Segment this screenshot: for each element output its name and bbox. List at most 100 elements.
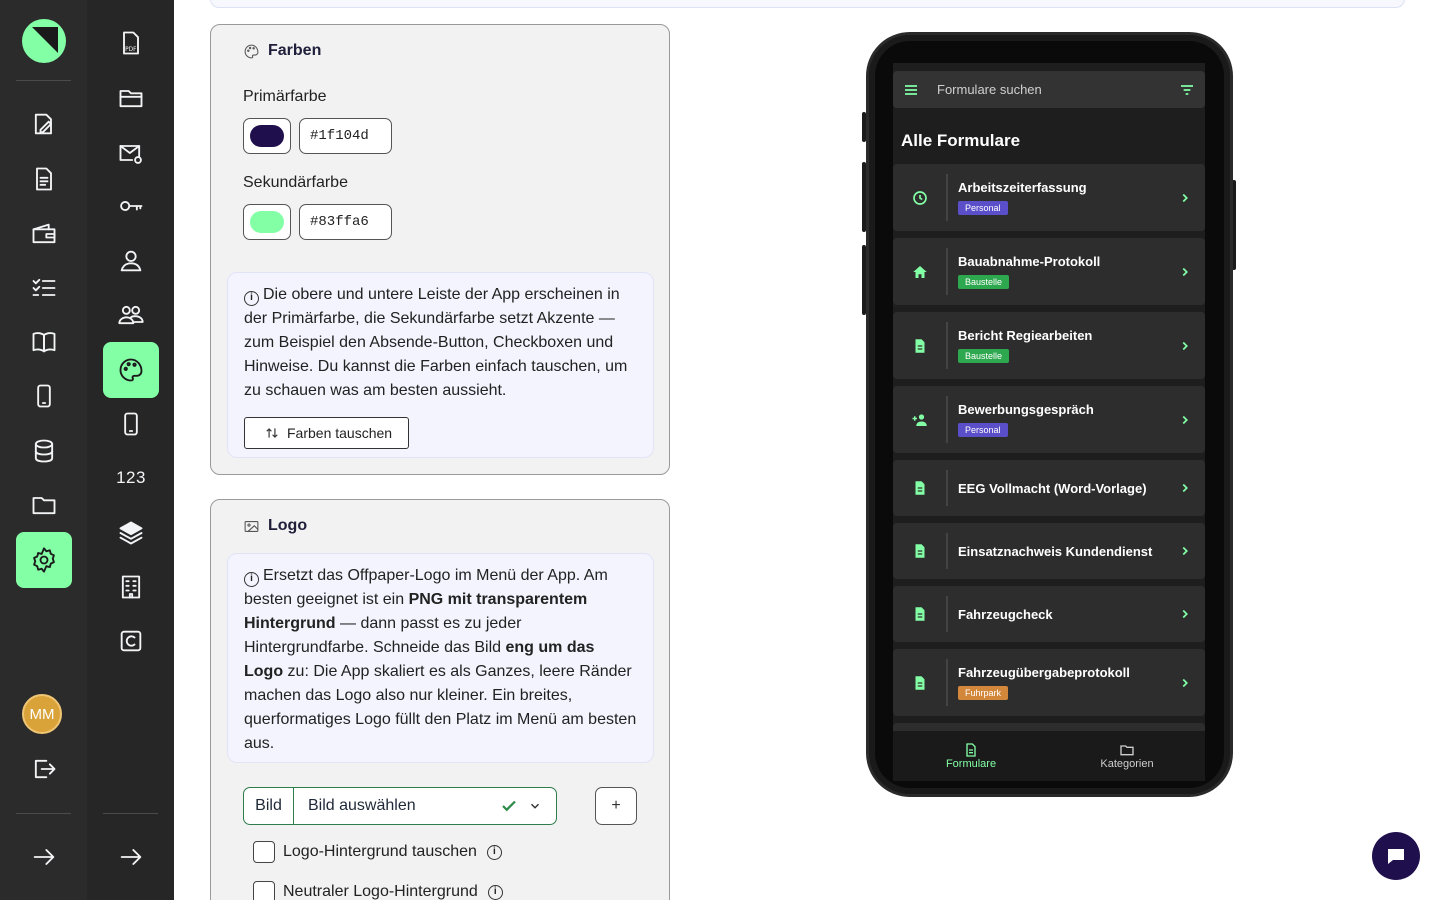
neutral-logo-bg-row: Neutraler Logo-Hintergrund i	[253, 881, 503, 900]
swap-colors-button[interactable]: Farben tauschen	[244, 417, 410, 449]
person-add-icon	[893, 386, 946, 453]
numbers-item[interactable]: 123	[103, 450, 159, 506]
folder-icon[interactable]	[16, 477, 72, 533]
form-tag: Baustelle	[958, 274, 1010, 289]
chevron-right-icon	[1165, 339, 1205, 353]
logo-image-select-group: Bild Bild auswählen	[243, 787, 557, 825]
database-icon[interactable]	[16, 423, 72, 479]
key-icon[interactable]	[103, 178, 159, 234]
mail-at-icon[interactable]	[103, 125, 159, 181]
neutral-logo-bg-checkbox[interactable]	[253, 881, 275, 900]
file-icon	[893, 586, 946, 642]
phone-form-item[interactable]: Bauabnahme-Protokoll Baustelle	[893, 238, 1205, 305]
select-value: Bild auswählen	[308, 797, 416, 814]
wallet-icon[interactable]	[16, 206, 72, 262]
logo-bg-swap-checkbox[interactable]	[253, 841, 275, 863]
copyright-icon[interactable]	[103, 613, 159, 669]
form-tag: Personal	[958, 200, 1008, 215]
nav-categories[interactable]: Kategorien	[1049, 731, 1205, 781]
colors-info-text: Die obere und untere Leiste der App ersc…	[244, 286, 628, 399]
neutral-logo-bg-label: Neutraler Logo-Hintergrund	[283, 883, 478, 900]
form-name: Bericht Regiearbeiten	[958, 327, 1093, 343]
expand-arrow-icon[interactable]	[16, 829, 72, 885]
checklist-icon[interactable]	[16, 260, 72, 316]
filter-icon[interactable]	[1179, 82, 1195, 98]
file-icon	[966, 743, 976, 757]
form-name: Bauabnahme-Protokoll	[958, 253, 1101, 269]
form-name: Arbeitszeiterfassung	[958, 179, 1087, 195]
phone-form-item[interactable]: EEG Vollmacht (Word-Vorlage)	[893, 460, 1205, 516]
logo-image-select[interactable]: Bild auswählen	[293, 787, 557, 825]
file-icon	[893, 312, 946, 379]
secondary-color-label: Sekundärfarbe	[243, 174, 348, 191]
users-icon[interactable]	[103, 287, 159, 343]
nav-categories-label: Kategorien	[1100, 758, 1154, 770]
pdf-icon[interactable]: PDF	[103, 15, 159, 71]
check-icon	[502, 800, 516, 812]
previous-card-edge	[210, 0, 1405, 8]
item-text: EEG Vollmacht (Word-Vorlage)	[948, 481, 1165, 496]
chevron-right-icon	[1165, 481, 1205, 495]
logo-bg-swap-label: Logo-Hintergrund tauschen	[283, 843, 477, 860]
phone-form-item[interactable]: Bewerbungsgespräch Personal	[893, 386, 1205, 453]
building-icon[interactable]	[103, 559, 159, 615]
add-image-button[interactable]: +	[595, 787, 637, 825]
mobile-icon[interactable]	[103, 396, 159, 452]
logo-info-box: i Ersetzt das Offpaper-Logo im Menü der A…	[227, 553, 654, 763]
info-icon: i	[244, 291, 259, 306]
info-icon[interactable]: i	[486, 844, 502, 860]
primary-color-picker[interactable]	[243, 118, 291, 154]
phone-form-item[interactable]: Bericht Regiearbeiten Baustelle	[893, 312, 1205, 379]
secondary-color-picker[interactable]	[243, 204, 291, 240]
edit-form-icon[interactable]	[16, 96, 72, 152]
layers-icon[interactable]	[103, 505, 159, 561]
phone-screen: Formulare suchen Alle Formulare Arbeitsz…	[893, 63, 1205, 781]
phone-icon[interactable]	[16, 368, 72, 424]
chevron-right-icon	[1165, 607, 1205, 621]
colors-card: Farben Primärfarbe #1f104d Sekundärfarbe…	[210, 24, 670, 475]
chevron-right-icon	[1165, 191, 1205, 205]
palette-icon	[244, 44, 259, 58]
chevron-right-icon	[1165, 413, 1205, 427]
expand-arrow-icon[interactable]	[103, 829, 159, 885]
chevron-right-icon	[1165, 544, 1205, 558]
book-icon[interactable]	[16, 314, 72, 370]
app-logo[interactable]	[22, 19, 66, 63]
nav-forms[interactable]: Formulare	[893, 731, 1049, 781]
phone-heading: Alle Formulare	[901, 131, 1021, 150]
form-name: Einsatznachweis Kundendienst	[958, 543, 1153, 559]
form-name: Fahrzeugcheck	[958, 606, 1053, 622]
phone-form-item[interactable]: Fahrzeugcheck	[893, 586, 1205, 642]
info-icon[interactable]: i	[487, 884, 503, 900]
logout-icon[interactable]	[16, 741, 72, 797]
file-icon	[893, 649, 946, 716]
document-icon[interactable]	[16, 151, 72, 207]
chat-widget-button[interactable]	[1372, 832, 1420, 880]
settings-icon[interactable]	[16, 532, 72, 588]
secondary-color-swatch	[250, 211, 284, 233]
item-text: Fahrzeugübergabeprotokoll Fuhrpark	[948, 665, 1165, 701]
primary-color-swatch	[250, 125, 284, 147]
item-text: Bauabnahme-Protokoll Baustelle	[948, 254, 1165, 290]
form-tag: Personal	[958, 422, 1008, 437]
palette-icon[interactable]	[103, 342, 159, 398]
info-icon: i	[244, 572, 259, 587]
image-icon	[244, 520, 259, 532]
phone-search-bar[interactable]: Formulare suchen	[893, 71, 1205, 108]
form-tag: Baustelle	[958, 348, 1010, 363]
phone-form-item[interactable]: Arbeitszeiterfassung Personal	[893, 164, 1205, 231]
phone-form-item[interactable]: Fahrzeugübergabeprotokoll Fuhrpark	[893, 649, 1205, 716]
primary-color-input[interactable]: #1f104d	[299, 118, 392, 154]
form-name: EEG Vollmacht (Word-Vorlage)	[958, 480, 1147, 496]
item-text: Bericht Regiearbeiten Baustelle	[948, 328, 1165, 364]
folder-open-icon[interactable]	[103, 70, 159, 126]
home-icon	[893, 238, 946, 305]
colors-title-text: Farben	[268, 42, 322, 59]
secondary-color-input[interactable]: #83ffa6	[299, 204, 392, 240]
user-avatar[interactable]: MM	[22, 694, 62, 734]
chevron-right-icon	[1165, 265, 1205, 279]
phone-search-placeholder: Formulare suchen	[937, 82, 1042, 97]
user-icon[interactable]	[103, 233, 159, 289]
menu-icon[interactable]	[903, 82, 919, 98]
phone-form-item[interactable]: Einsatznachweis Kundendienst	[893, 523, 1205, 579]
